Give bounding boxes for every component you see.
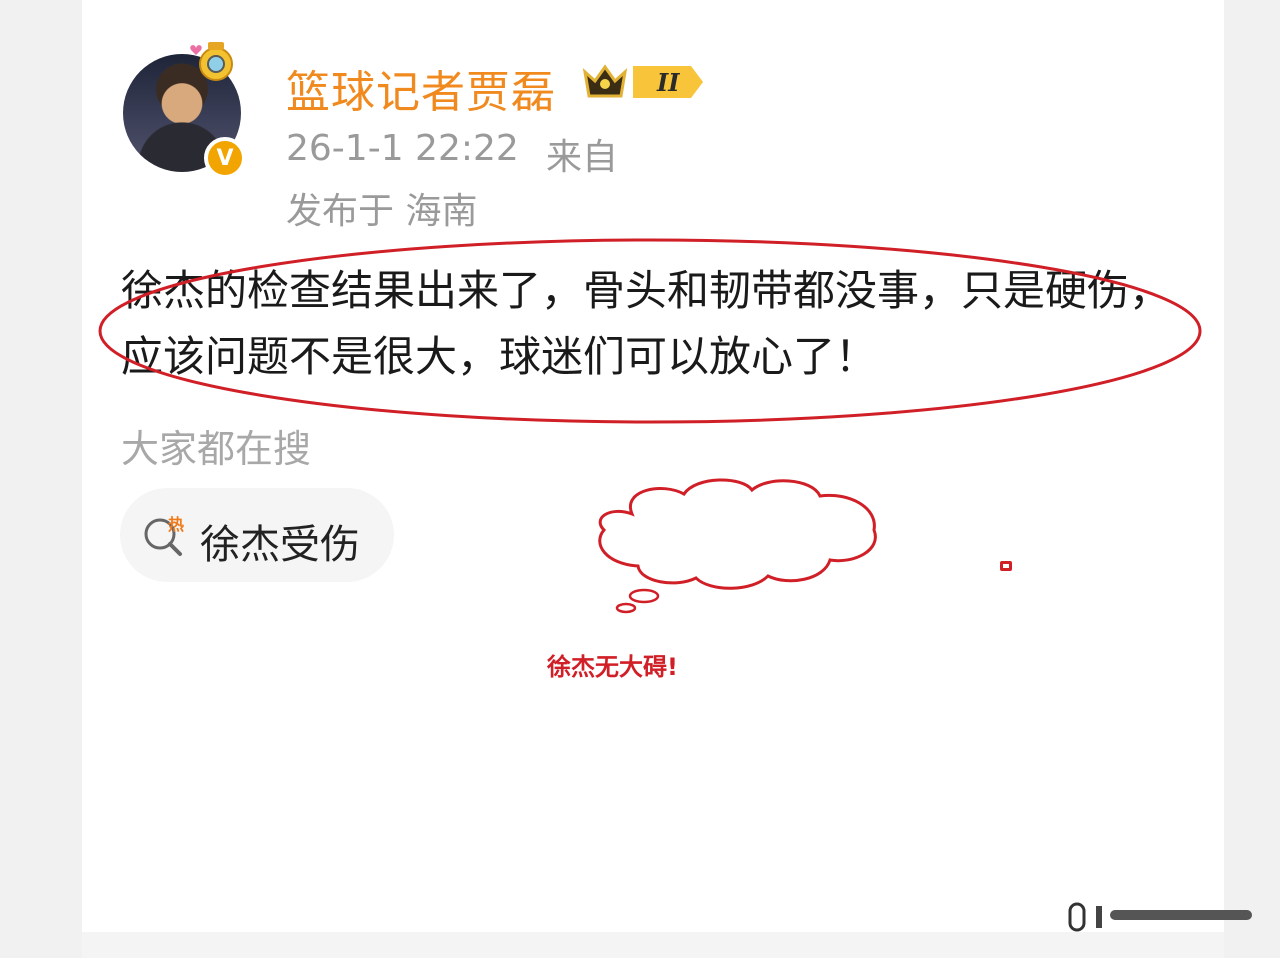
post-source: 来自 <box>546 137 619 178</box>
background-patch-right <box>1224 0 1280 958</box>
username[interactable]: 篮球记者贾磊 <box>286 56 556 120</box>
hot-search-icon: 热 <box>144 515 184 556</box>
verified-v-icon: V <box>204 137 246 179</box>
annotation-text: 徐杰无大碍! <box>547 653 678 681</box>
highlight-ellipse <box>98 238 1202 424</box>
background-patch-left <box>0 0 82 958</box>
hot-search-text[interactable]: 徐杰受伤 <box>200 512 360 570</box>
camera-pendant-icon <box>190 42 233 81</box>
annotation-marker <box>1000 561 1012 571</box>
vip-level-text: II <box>656 68 680 97</box>
hot-badge: 热 <box>168 515 184 534</box>
watermark-icon <box>1068 902 1252 932</box>
thought-cloud <box>598 478 877 614</box>
post-time: 26-1-1 22:22 <box>286 128 519 169</box>
trending-label: 大家都在搜 <box>121 427 312 471</box>
background-patch-bottom <box>82 932 1224 958</box>
crown-icon: II <box>582 64 703 98</box>
post-location: 发布于 海南 <box>286 191 478 232</box>
